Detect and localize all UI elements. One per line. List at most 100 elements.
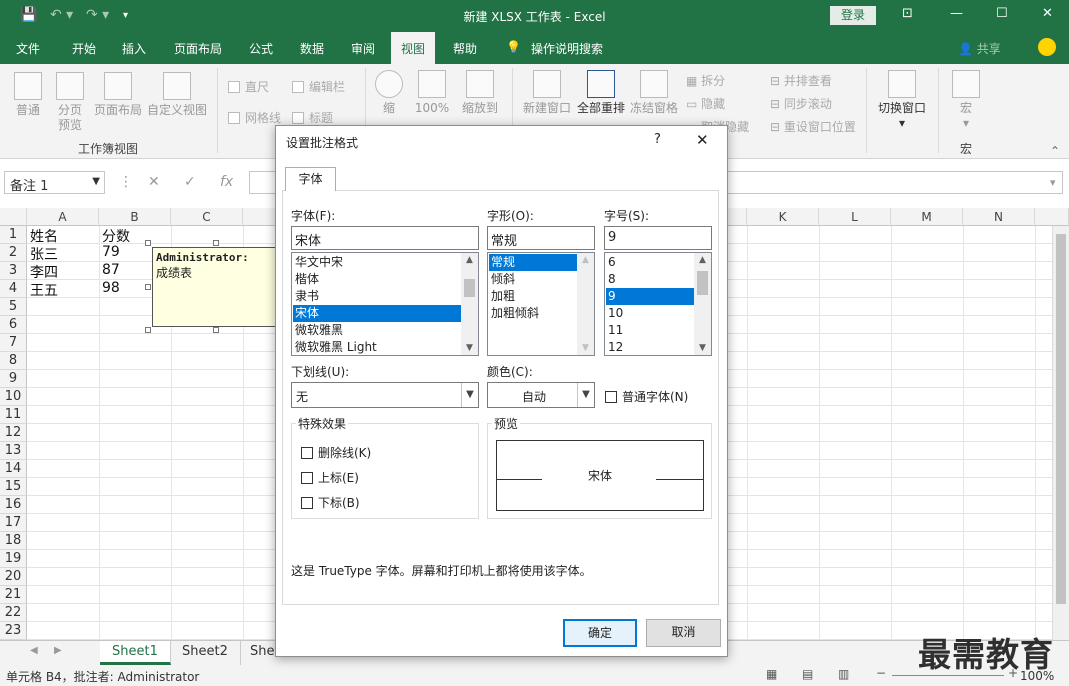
list-item[interactable]: 加粗倾斜	[489, 305, 577, 322]
cancel-button[interactable]: 取消	[646, 619, 721, 647]
split-button[interactable]: ▦ 拆分	[686, 72, 725, 89]
row-header[interactable]: 6	[0, 316, 27, 334]
close-icon[interactable]: ✕	[1042, 6, 1053, 21]
row-header[interactable]: 3	[0, 262, 27, 280]
resize-handle[interactable]	[145, 327, 151, 333]
list-item-selected[interactable]: 9	[606, 288, 694, 305]
maximize-icon[interactable]: ☐	[996, 6, 1008, 21]
underline-select[interactable]: 无 ▼	[291, 382, 479, 408]
scroll-right-icon[interactable]: ▶	[54, 645, 62, 656]
sync-scroll-button[interactable]: ⊟ 同步滚动	[770, 95, 832, 112]
tab-font[interactable]: 字体	[285, 167, 336, 191]
scroll-up-icon[interactable]: ▲	[461, 255, 478, 265]
column-header[interactable]: L	[819, 208, 891, 226]
scroll-left-icon[interactable]: ◀	[30, 645, 38, 656]
macros-button[interactable]: 宏 ▾	[946, 70, 986, 131]
row-header[interactable]: 10	[0, 388, 27, 406]
page-break-icon[interactable]: ▥	[838, 667, 849, 681]
list-item[interactable]: 加粗	[489, 288, 577, 305]
list-item[interactable]: 微软雅黑	[293, 322, 461, 339]
scrollbar-thumb[interactable]	[697, 271, 708, 295]
scrollbar-thumb[interactable]	[1056, 234, 1066, 604]
minimize-icon[interactable]: —	[950, 6, 963, 21]
headings-checkbox[interactable]: 标题	[292, 109, 333, 126]
row-header[interactable]: 19	[0, 550, 27, 568]
row-header[interactable]: 21	[0, 586, 27, 604]
ribbon-display-icon[interactable]: ⊡	[902, 6, 913, 21]
list-scrollbar[interactable]: ▲ ▼	[461, 253, 478, 355]
page-layout-icon[interactable]: ▤	[802, 667, 813, 681]
select-all-corner[interactable]	[0, 208, 27, 226]
list-scrollbar[interactable]: ▲ ▼	[577, 253, 594, 355]
column-header[interactable]: N	[963, 208, 1035, 226]
row-header[interactable]: 12	[0, 424, 27, 442]
scroll-down-icon[interactable]: ▼	[577, 343, 594, 353]
scroll-up-icon[interactable]: ▲	[577, 255, 594, 265]
subscript-checkbox[interactable]: 下标(B)	[301, 494, 360, 511]
row-header[interactable]: 15	[0, 478, 27, 496]
formula-bar-checkbox[interactable]: 编辑栏	[292, 78, 345, 95]
sheet-tab-sheet2[interactable]: Sheet2	[170, 641, 241, 665]
list-item[interactable]: 8	[606, 271, 694, 288]
resize-handle[interactable]	[213, 327, 219, 333]
insert-function-icon[interactable]: fx	[220, 174, 233, 190]
row-header[interactable]: 2	[0, 244, 27, 262]
list-scrollbar[interactable]: ▲ ▼	[694, 253, 711, 355]
side-by-side-button[interactable]: ⊟ 并排查看	[770, 72, 832, 89]
column-header[interactable]: M	[891, 208, 963, 226]
tab-review[interactable]: 审阅	[351, 40, 375, 57]
share-button[interactable]: 👤 共享	[958, 40, 1001, 57]
row-header[interactable]: 18	[0, 532, 27, 550]
switch-windows-button[interactable]: 切换窗口 ▾	[874, 70, 930, 131]
color-select[interactable]: 自动 ▼	[487, 382, 595, 408]
row-header[interactable]: 4	[0, 280, 27, 298]
new-window-button[interactable]: 新建窗口	[520, 70, 574, 116]
resize-handle[interactable]	[145, 284, 151, 290]
zoom-out-icon[interactable]: −	[876, 666, 886, 680]
dialog-close-button[interactable]: ✕	[696, 131, 709, 149]
zoom-button[interactable]: 缩	[372, 70, 406, 116]
row-header[interactable]: 7	[0, 334, 27, 352]
arrange-all-button[interactable]: 全部重排	[576, 70, 626, 116]
row-header[interactable]: 16	[0, 496, 27, 514]
resize-handle[interactable]	[145, 240, 151, 246]
ruler-checkbox[interactable]: 直尺	[228, 78, 269, 95]
comment-box[interactable]: Administrator: 成绩表	[152, 247, 277, 327]
sheet-tab-sheet1[interactable]: Sheet1	[100, 641, 171, 665]
row-header[interactable]: 20	[0, 568, 27, 586]
scrollbar-thumb[interactable]	[464, 279, 475, 297]
tab-page-layout[interactable]: 页面布局	[174, 40, 222, 57]
list-item-selected[interactable]: 常规	[489, 254, 577, 271]
row-header[interactable]: 9	[0, 370, 27, 388]
tell-me-search[interactable]: 操作说明搜索	[531, 40, 603, 57]
expand-formula-bar-icon[interactable]: ▾	[1050, 176, 1056, 189]
zoom-selection-button[interactable]: 缩放到	[456, 70, 504, 116]
scroll-down-icon[interactable]: ▼	[694, 343, 711, 353]
size-input[interactable]: 9	[604, 226, 712, 250]
normal-view-icon[interactable]: ▦	[766, 667, 777, 681]
font-input[interactable]: 宋体	[291, 226, 479, 250]
hide-button[interactable]: ▭ 隐藏	[686, 95, 725, 112]
column-header[interactable]: K	[747, 208, 819, 226]
zoom-100-button[interactable]: 100%	[412, 70, 452, 116]
list-item[interactable]: 微软雅黑 Light	[293, 339, 461, 355]
page-layout-view-button[interactable]: 页面布局	[92, 72, 144, 118]
column-header[interactable]	[1035, 208, 1069, 226]
smiley-icon[interactable]	[1038, 38, 1056, 56]
column-header[interactable]: C	[171, 208, 243, 226]
gridlines-checkbox[interactable]: 网格线	[228, 109, 281, 126]
list-item-selected[interactable]: 宋体	[293, 305, 461, 322]
tab-data[interactable]: 数据	[300, 40, 324, 57]
row-header[interactable]: 14	[0, 460, 27, 478]
tab-insert[interactable]: 插入	[122, 40, 146, 57]
scroll-up-icon[interactable]: ▲	[694, 255, 711, 265]
row-header[interactable]: 8	[0, 352, 27, 370]
tab-formulas[interactable]: 公式	[249, 40, 273, 57]
freeze-panes-button[interactable]: 冻结窗格	[628, 70, 680, 116]
style-list[interactable]: 常规 倾斜 加粗 加粗倾斜 ▲ ▼	[487, 252, 595, 356]
resize-handle[interactable]	[213, 240, 219, 246]
page-break-preview-button[interactable]: 分页 预览	[52, 72, 88, 133]
list-item[interactable]: 华文中宋	[293, 254, 461, 271]
list-item[interactable]: 隶书	[293, 288, 461, 305]
reset-position-button[interactable]: ⊟ 重设窗口位置	[770, 118, 856, 135]
